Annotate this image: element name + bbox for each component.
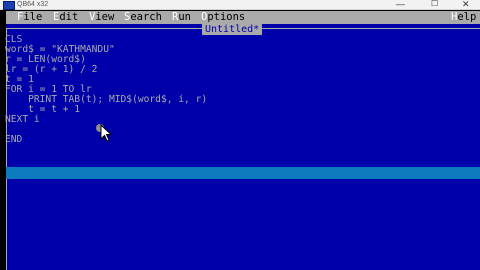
- menu-run[interactable]: Run: [172, 11, 191, 24]
- document-title: Untitled*: [202, 24, 263, 35]
- window-title: QB64 x32: [17, 1, 49, 8]
- menu-search[interactable]: Search: [124, 11, 162, 24]
- close-button[interactable]: ✕: [462, 0, 470, 10]
- menu-help[interactable]: Help: [451, 11, 476, 24]
- maximize-button[interactable]: ☐: [431, 0, 438, 10]
- menu-bar: File Edit View Search Run Options Help: [6, 11, 480, 24]
- menu-options[interactable]: Options: [201, 11, 245, 24]
- minimize-button[interactable]: —: [396, 0, 405, 10]
- window-title-bar: QB64 x32 — ☐ ✕: [0, 0, 480, 10]
- mouse-pointer-icon: [100, 124, 112, 142]
- menu-view[interactable]: View: [89, 11, 114, 24]
- menu-edit[interactable]: Edit: [53, 11, 78, 24]
- app-icon: [3, 1, 15, 10]
- menu-file[interactable]: File: [17, 11, 42, 24]
- current-line-highlight: [6, 167, 480, 179]
- code-line[interactable]: lr = (r + 1) / 2: [5, 65, 207, 75]
